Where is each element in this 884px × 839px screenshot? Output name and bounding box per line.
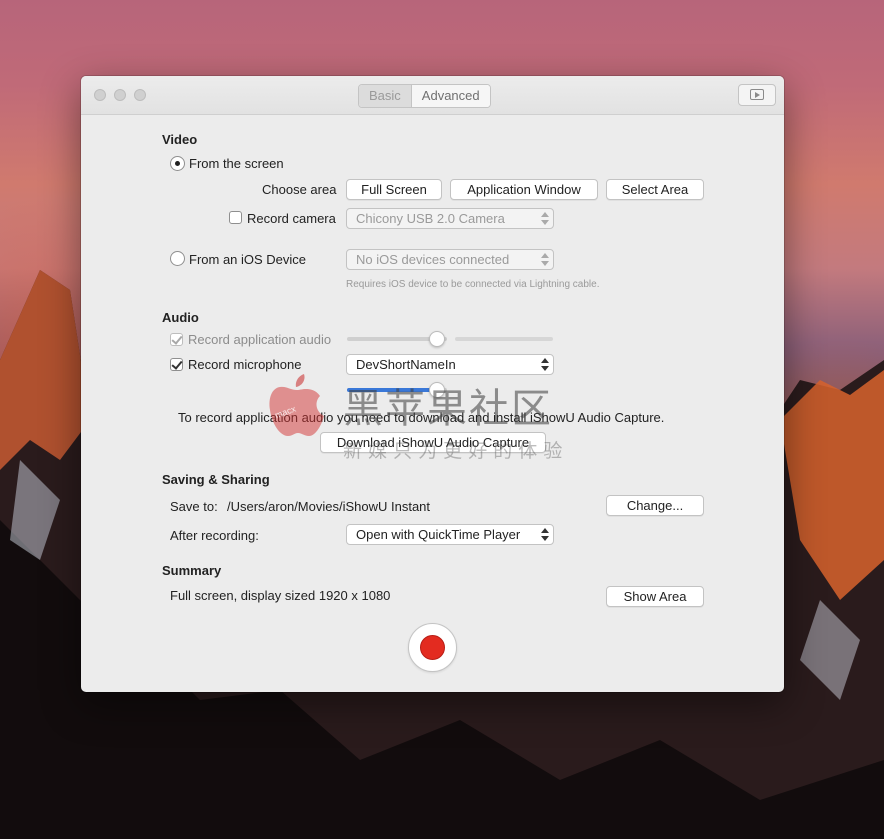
summary-heading: Summary <box>162 563 222 578</box>
updown-arrows-icon <box>541 253 549 266</box>
microphone-select[interactable]: DevShortNameIn <box>346 354 554 375</box>
select-area-button[interactable]: Select Area <box>606 179 704 200</box>
preview-button[interactable] <box>738 84 776 106</box>
microphone-select-value: DevShortNameIn <box>356 357 456 372</box>
watermark-title: 黑苹果社区 <box>343 386 553 432</box>
checkmark-icon <box>171 358 183 370</box>
tab-advanced[interactable]: Advanced <box>410 85 490 107</box>
change-location-button[interactable]: Change... <box>606 495 704 516</box>
from-screen-radio[interactable] <box>170 156 185 171</box>
from-ios-radio[interactable] <box>170 251 185 266</box>
saving-sharing-heading: Saving & Sharing <box>162 472 270 487</box>
tab-basic[interactable]: Basic <box>359 85 411 107</box>
camera-select-value: Chicony USB 2.0 Camera <box>356 211 505 226</box>
save-path: /Users/aron/Movies/iShowU Instant <box>227 499 431 514</box>
ios-hint: Requires iOS device to be connected via … <box>346 279 600 290</box>
save-to-label: Save to: <box>170 499 218 514</box>
choose-area-label: Choose area <box>262 182 337 197</box>
record-camera-label: Record camera <box>247 211 336 226</box>
show-area-button[interactable]: Show Area <box>606 586 704 607</box>
close-button[interactable] <box>94 89 106 101</box>
updown-arrows-icon <box>541 528 549 541</box>
summary-text: Full screen, display sized 1920 x 1080 <box>170 588 391 603</box>
application-window-button[interactable]: Application Window <box>450 179 598 200</box>
record-camera-checkbox[interactable] <box>229 211 242 224</box>
minimize-button[interactable] <box>114 89 126 101</box>
ios-device-select[interactable]: No iOS devices connected <box>346 249 554 270</box>
camera-select[interactable]: Chicony USB 2.0 Camera <box>346 208 554 229</box>
app-audio-slider-knob[interactable] <box>429 331 445 347</box>
full-screen-button[interactable]: Full Screen <box>346 179 442 200</box>
record-app-audio-label: Record application audio <box>188 332 332 347</box>
ios-device-select-value: No iOS devices connected <box>356 252 510 267</box>
from-ios-label: From an iOS Device <box>189 252 307 267</box>
watermark-apple-logo: macx <box>269 374 324 436</box>
after-recording-label: After recording: <box>170 528 259 543</box>
updown-arrows-icon <box>541 212 549 225</box>
from-screen-label: From the screen <box>189 156 284 171</box>
play-icon <box>750 89 764 100</box>
app-window: Basic Advanced Video From the screen Cho… <box>81 76 784 692</box>
updown-arrows-icon <box>541 358 549 371</box>
video-heading: Video <box>162 132 198 147</box>
app-audio-meter <box>455 337 553 341</box>
record-app-audio-checkbox[interactable] <box>170 333 183 346</box>
record-button[interactable] <box>408 623 457 672</box>
record-icon <box>420 635 445 660</box>
audio-heading: Audio <box>162 310 199 325</box>
after-recording-select[interactable]: Open with QuickTime Player <box>346 524 554 545</box>
record-microphone-checkbox[interactable] <box>170 358 183 371</box>
zoom-button[interactable] <box>134 89 146 101</box>
title-bar: Basic Advanced <box>81 76 784 115</box>
watermark-subtitle: 新 媒 只 为 更 好 的 体 验 <box>343 440 563 462</box>
checkmark-icon <box>171 333 183 345</box>
after-recording-value: Open with QuickTime Player <box>356 527 521 542</box>
radio-selected-dot <box>175 161 180 166</box>
mode-segmented-control: Basic Advanced <box>358 84 491 108</box>
